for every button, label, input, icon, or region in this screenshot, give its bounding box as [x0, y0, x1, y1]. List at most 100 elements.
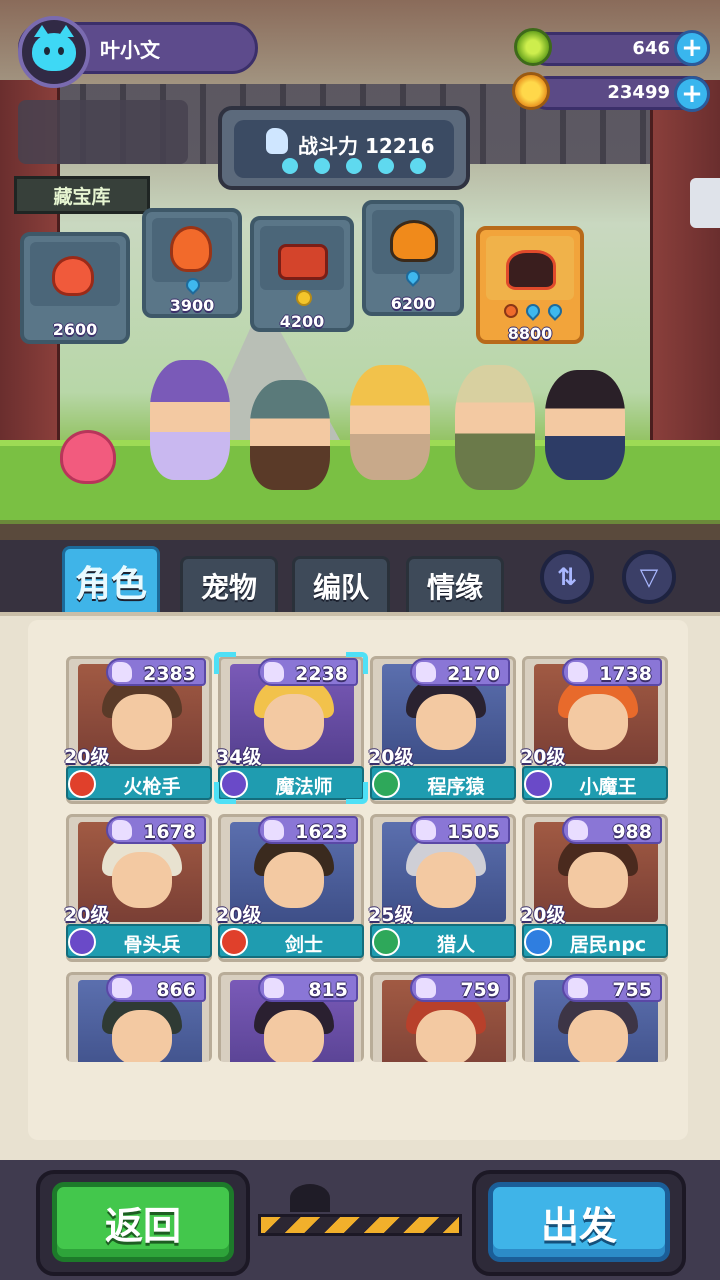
add-coins-button[interactable]: +: [674, 76, 710, 112]
sort-button[interactable]: ⇅: [540, 550, 594, 604]
formation-diagram-icon: [18, 100, 188, 164]
character-card[interactable]: 2170 20级 程序猿: [368, 656, 516, 804]
pet-slot-5[interactable]: 8800: [476, 226, 584, 344]
card-power-tag: 2383: [106, 658, 206, 686]
hazard-stripe: [258, 1214, 462, 1236]
character-face: [568, 1010, 628, 1062]
fist-icon: [264, 978, 284, 998]
hero-hunter[interactable]: [455, 365, 535, 490]
selection-corner: [346, 782, 368, 804]
card-power-value: 755: [612, 979, 652, 1001]
card-power-tag: 815: [258, 974, 358, 1002]
class-shield-icon: [68, 928, 96, 956]
fist-icon: [266, 128, 288, 154]
card-name: 居民npc: [569, 934, 647, 956]
tab-characters[interactable]: 角色: [62, 546, 160, 616]
add-gems-button[interactable]: +: [674, 30, 710, 66]
character-card[interactable]: 988 20级 居民npc: [520, 814, 668, 962]
tab-formation[interactable]: 编队: [292, 556, 390, 616]
water-drop-icon: [545, 301, 565, 321]
tab-pets[interactable]: 宠物: [180, 556, 278, 616]
magma-beast-pet-icon: [506, 250, 556, 290]
card-power-value: 815: [308, 979, 348, 1001]
card-power-tag: 2238: [258, 658, 358, 686]
pet-price-2: 3900: [169, 296, 215, 315]
scissors-icon[interactable]: [690, 178, 720, 228]
player-avatar[interactable]: [18, 16, 90, 88]
character-card[interactable]: 1738 20级 小魔王: [520, 656, 668, 804]
fist-icon: [264, 662, 284, 682]
hero-witch[interactable]: [150, 360, 230, 480]
pink-slime-pet[interactable]: [60, 430, 116, 484]
lava-block-pet-icon: [278, 244, 328, 280]
fist-icon: [568, 978, 588, 998]
card-power-value: 2170: [447, 663, 500, 685]
character-face: [416, 1010, 476, 1062]
character-face: [264, 852, 324, 908]
tab-bonds[interactable]: 情缘: [406, 556, 504, 616]
card-power-tag: 988: [562, 816, 662, 844]
treasure-vault-button[interactable]: 藏宝库: [14, 176, 150, 214]
power-star-5: [410, 158, 426, 174]
fist-icon: [112, 978, 132, 998]
character-face: [264, 694, 324, 750]
character-face: [112, 694, 172, 750]
hero-gunner[interactable]: [545, 370, 625, 480]
gold-coin-planet-icon: [512, 72, 550, 110]
player-name: 叶小文: [100, 38, 160, 62]
card-name: 魔法师: [275, 776, 333, 798]
card-power-value: 759: [460, 979, 500, 1001]
character-card[interactable]: 755: [522, 972, 668, 1062]
class-shield-icon: [372, 770, 400, 798]
card-power-tag: 1738: [562, 658, 662, 686]
pet-slot-1[interactable]: 2600: [20, 232, 130, 344]
character-card[interactable]: 866: [66, 972, 212, 1062]
card-level: 20级: [216, 904, 262, 926]
card-power-value: 988: [612, 821, 652, 843]
class-shield-icon: [524, 770, 552, 798]
character-face: [264, 1010, 324, 1062]
card-power-tag: 1678: [106, 816, 206, 844]
selection-corner: [214, 782, 236, 804]
hero-archer[interactable]: [250, 380, 330, 490]
card-power-value: 1505: [447, 821, 500, 843]
power-star-1: [282, 158, 298, 174]
card-power-tag: 755: [562, 974, 662, 1002]
fist-icon: [416, 820, 436, 840]
character-card[interactable]: 2238 34级 魔法师: [216, 656, 364, 804]
back-button[interactable]: 返回: [52, 1182, 234, 1262]
card-power-value: 2238: [295, 663, 348, 685]
pet-slot-4[interactable]: 6200: [362, 200, 464, 316]
character-card[interactable]: 815: [218, 972, 364, 1062]
character-card[interactable]: 2383 20级 火枪手: [64, 656, 212, 804]
water-drop-icon: [523, 301, 543, 321]
selection-corner: [346, 652, 368, 674]
character-card[interactable]: 1505 25级 猎人: [368, 814, 516, 962]
card-name: 骨头兵: [123, 934, 181, 956]
filter-funnel-icon: ▽: [639, 563, 659, 591]
card-name: 程序猿: [427, 776, 485, 798]
power-star-2: [314, 158, 330, 174]
sort-arrows-icon: ⇅: [556, 563, 578, 591]
fist-icon: [264, 820, 284, 840]
class-shield-icon: [220, 928, 248, 956]
pet-slot-3[interactable]: 4200: [250, 216, 354, 332]
pet-price-1: 2600: [52, 320, 98, 339]
fist-icon: [416, 662, 436, 682]
character-card[interactable]: 759: [370, 972, 516, 1062]
card-power-tag: 759: [410, 974, 510, 1002]
card-power-value: 866: [156, 979, 196, 1001]
fist-icon: [112, 662, 132, 682]
filter-button[interactable]: ▽: [622, 550, 676, 604]
character-card[interactable]: 1678 20级 骨头兵: [64, 814, 212, 962]
pet-slot-2[interactable]: 3900: [142, 208, 242, 318]
pet-price-5: 8800: [507, 324, 553, 343]
pet-price-4: 6200: [390, 294, 436, 313]
power-plaque: 战斗力 12216: [218, 106, 470, 190]
card-power-value: 1738: [599, 663, 652, 685]
depart-button[interactable]: 出发: [488, 1182, 670, 1262]
card-name: 火枪手: [123, 776, 181, 798]
character-card[interactable]: 1623 20级 剑士: [216, 814, 364, 962]
class-shield-icon: [524, 928, 552, 956]
hero-adventurer[interactable]: [350, 365, 430, 480]
